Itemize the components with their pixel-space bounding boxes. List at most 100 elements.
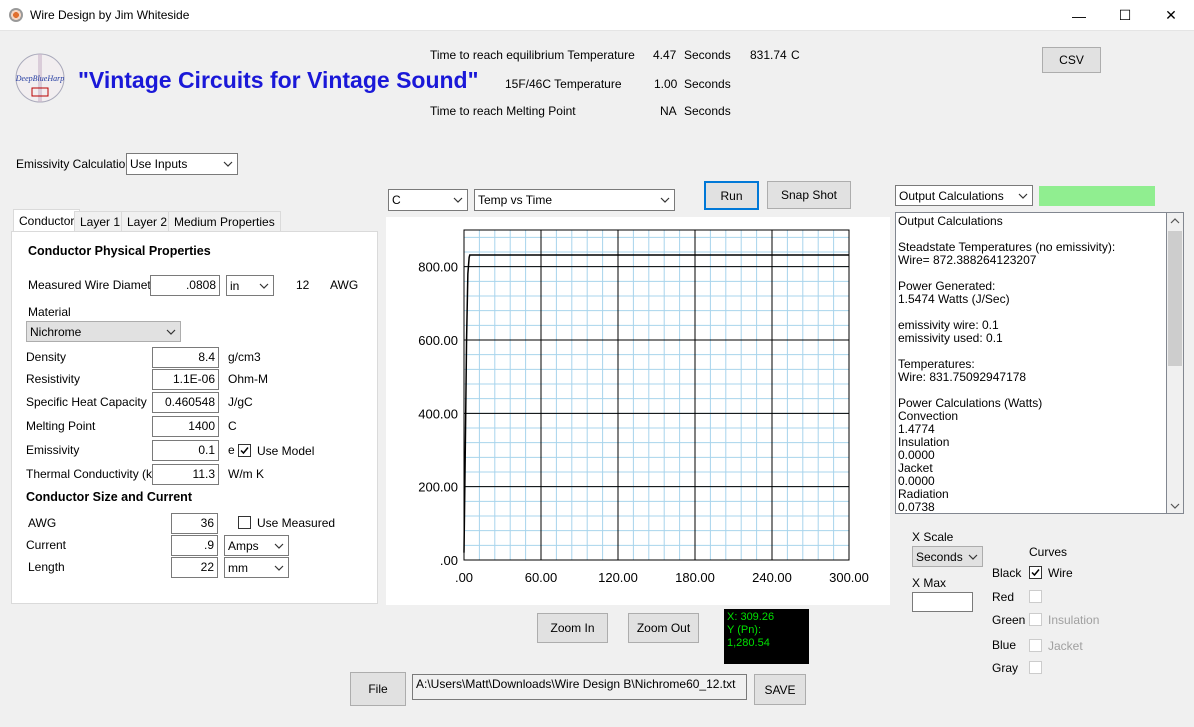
tab-conductor[interactable]: Conductor — [13, 209, 81, 232]
chevron-down-icon — [223, 161, 233, 167]
chevron-down-icon — [259, 283, 269, 289]
length-label: Length — [28, 560, 65, 574]
heat-capacity-input[interactable]: 0.460548 — [152, 392, 219, 413]
run-button[interactable]: Run — [704, 181, 759, 210]
y-tick-label: .00 — [440, 553, 458, 568]
chevron-down-icon — [660, 197, 670, 203]
chevron-down-icon — [1018, 193, 1028, 199]
y-tick-label: 800.00 — [418, 260, 458, 275]
scroll-up-icon[interactable] — [1170, 216, 1180, 226]
equilibrium-unit: Seconds — [684, 48, 731, 62]
tab-layer-2[interactable]: Layer 2 — [121, 211, 174, 231]
current-input[interactable]: .9 — [171, 535, 218, 556]
awg-label: AWG — [330, 278, 359, 292]
t15-unit: Seconds — [684, 77, 731, 91]
jacket-curve-label: Jacket — [1048, 639, 1083, 653]
use-model-checkbox[interactable] — [238, 444, 251, 457]
emissivity-unit: e — [228, 443, 235, 457]
current-label: Current — [26, 538, 67, 552]
black-label: Black — [992, 566, 1022, 580]
app-icon — [9, 8, 23, 22]
current-unit-select[interactable]: Amps — [224, 535, 289, 556]
zoom-out-button[interactable]: Zoom Out — [628, 613, 699, 643]
x-tick-label: 300.00 — [829, 570, 869, 585]
material-select[interactable]: Nichrome — [26, 321, 181, 342]
wire-curve-checkbox[interactable] — [1029, 566, 1042, 579]
temp-unit-select[interactable]: C — [388, 189, 468, 211]
tab-layer-1[interactable]: Layer 1 — [74, 211, 127, 231]
use-measured-label: Use Measured — [257, 516, 336, 530]
chevron-down-icon — [274, 565, 284, 571]
size-current-heading: Conductor Size and Current — [26, 490, 192, 504]
resistivity-unit: Ohm-M — [228, 372, 268, 386]
output-select[interactable]: Output Calculations — [895, 185, 1033, 206]
diameter-input[interactable]: .0808 — [150, 275, 220, 296]
melting-time-value: NA — [660, 104, 677, 118]
temp-unit-value: C — [392, 193, 401, 207]
x-tick-label: 240.00 — [752, 570, 792, 585]
length-unit-value: mm — [228, 560, 248, 575]
chart-mode-select[interactable]: Temp vs Time — [474, 189, 675, 211]
plot-border — [463, 229, 850, 561]
awg2-label: AWG — [28, 516, 57, 530]
insulation-curve-checkbox[interactable] — [1029, 613, 1042, 626]
coordinate-x: X: 309.26 — [727, 611, 775, 623]
emissivity-calc-label: Emissivity Calculation — [16, 157, 133, 171]
x-tick-label: 180.00 — [675, 570, 715, 585]
length-unit-select[interactable]: mm — [224, 557, 289, 578]
x-scale-value: Seconds — [916, 549, 963, 564]
chart-mode-value: Temp vs Time — [478, 193, 553, 207]
snapshot-button[interactable]: Snap Shot — [767, 181, 851, 209]
scroll-down-icon[interactable] — [1170, 501, 1180, 511]
file-button[interactable]: File — [350, 672, 406, 706]
red-label: Red — [992, 590, 1015, 604]
output-scrollbar[interactable] — [1167, 212, 1184, 514]
emissivity-calc-select[interactable]: Use Inputs — [126, 153, 238, 175]
density-label: Density — [26, 350, 67, 364]
jacket-curve-checkbox[interactable] — [1029, 639, 1042, 652]
length-input[interactable]: 22 — [171, 557, 218, 578]
save-button[interactable]: SAVE — [754, 674, 806, 705]
minimize-button[interactable]: — — [1056, 0, 1102, 31]
output-textbox[interactable]: Output Calculations Steadstate Temperatu… — [895, 212, 1167, 514]
material-label: Material — [28, 305, 71, 319]
wire-curve-label: Wire — [1048, 566, 1073, 580]
conductor-heading: Conductor Physical Properties — [28, 244, 211, 258]
awg2-input[interactable]: 36 — [171, 513, 218, 534]
file-path-field[interactable]: A:\Users\Matt\Downloads\Wire Design B\Ni… — [412, 674, 747, 700]
x-tick-label: .00 — [455, 570, 473, 585]
thermal-conductivity-input[interactable]: 11.3 — [152, 464, 219, 485]
emissivity-label: Emissivity — [26, 443, 80, 457]
melting-point-unit: C — [228, 419, 237, 433]
check-icon — [240, 447, 249, 455]
y-tick-label: 400.00 — [418, 406, 458, 421]
use-measured-checkbox[interactable] — [238, 516, 251, 529]
emissivity-input[interactable]: 0.1 — [152, 440, 219, 461]
y-tick-label: 600.00 — [418, 333, 458, 348]
melting-point-input[interactable]: 1400 — [152, 416, 219, 437]
equilibrium-temp: 831.74 — [750, 48, 787, 62]
equilibrium-value: 4.47 — [653, 48, 677, 62]
csv-button[interactable]: CSV — [1042, 47, 1101, 73]
heat-capacity-unit: J/gC — [228, 395, 253, 409]
tab-medium-properties[interactable]: Medium Properties — [168, 211, 281, 231]
zoom-in-button[interactable]: Zoom In — [537, 613, 608, 643]
green-label: Green — [992, 613, 1026, 627]
scroll-thumb[interactable] — [1168, 231, 1182, 366]
diameter-unit-select[interactable]: in — [226, 275, 274, 296]
melting-point-label: Melting Point — [26, 419, 96, 433]
maximize-button[interactable]: ☐ — [1102, 0, 1148, 31]
chevron-down-icon — [968, 554, 978, 560]
chart-area[interactable]: .00 60.00 120.00 180.00 240.00 300.00 .00 200.0… — [386, 217, 890, 605]
x-max-input[interactable] — [912, 592, 973, 612]
temperature-chart: .00 60.00 120.00 180.00 240.00 300.00 .00 200.0… — [418, 229, 869, 585]
density-input[interactable]: 8.4 — [152, 347, 219, 368]
x-scale-select[interactable]: Seconds — [912, 546, 983, 567]
red-curve-checkbox[interactable] — [1029, 590, 1042, 603]
close-button[interactable]: ✕ — [1148, 0, 1194, 31]
window-title: Wire Design by Jim Whiteside — [30, 8, 190, 22]
emissivity-calc-value: Use Inputs — [130, 157, 188, 171]
gray-curve-checkbox[interactable] — [1029, 661, 1042, 674]
use-model-label: Use Model — [257, 444, 315, 458]
resistivity-input[interactable]: 1.1E-06 — [152, 369, 219, 390]
